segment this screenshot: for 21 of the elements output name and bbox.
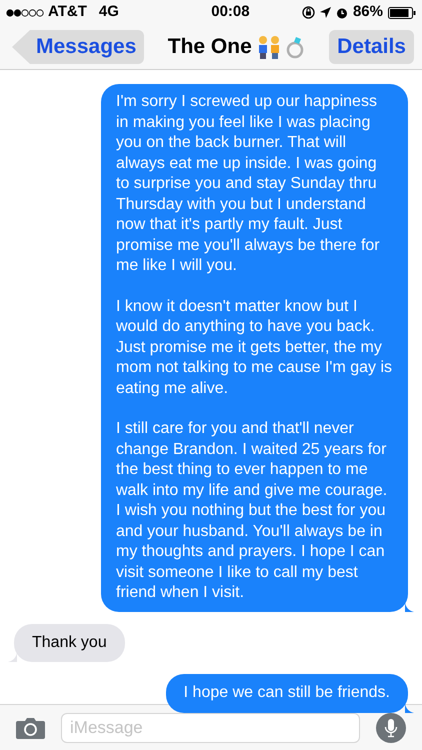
message-input-field[interactable]: iMessage — [61, 712, 360, 742]
message-text: Thank you — [32, 632, 107, 652]
ring-icon — [286, 35, 306, 59]
back-button[interactable]: Messages — [12, 30, 144, 64]
message-text: I still care for you and that'll never change Brandon. I waited 25 years for the best thing to ever happen to me walk into my life and give me courage. I wish you nothing but the best for you and your husband. You'll always be in my thoughts and prayers. I hope I can visit someone I like to call my best friend when I visit. — [116, 419, 388, 603]
alarm-icon — [336, 6, 348, 18]
message-text: I'm sorry I screwed up our happiness in making you feel like I was placing you on the back burner. That will always eat me up inside. I was going to surprise you and stay Sunday thru Thursday with you but I understand now that it's partly my fault. Just promise me you'll always be there for me like I will you. — [116, 92, 381, 276]
network-text: 4G — [98, 2, 119, 22]
location-arrow-icon — [320, 7, 331, 18]
conversation-title: The One — [168, 34, 252, 60]
camera-icon[interactable] — [16, 716, 45, 738]
battery-icon — [388, 6, 416, 18]
carrier-text: AT&T — [48, 2, 87, 22]
message-text: I know it doesn't matter know but I would do anything to have you back. Just promise me it gets better, the my mom not talking to me cause I'm gay is eating me alive. — [116, 296, 393, 398]
battery-percent-text: 86% — [352, 2, 383, 22]
message-text: I hope we can still be friends. — [184, 683, 390, 703]
time-text: 00:08 — [211, 2, 250, 22]
details-button[interactable]: Details — [329, 30, 414, 64]
microphone-icon[interactable] — [376, 712, 406, 742]
rotation-lock-icon — [302, 6, 315, 19]
signal-icon — [6, 8, 44, 16]
